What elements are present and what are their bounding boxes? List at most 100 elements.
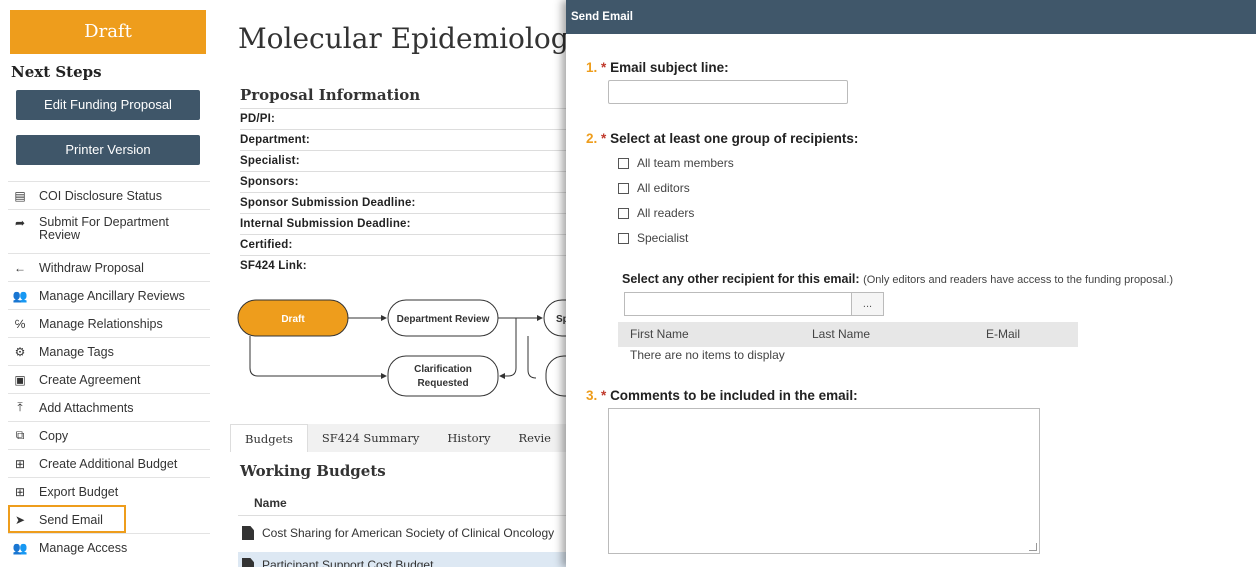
sidebar-item-create-agreement[interactable]: ▣ Create Agreement: [8, 365, 210, 393]
proposal-field-label: Certified:: [240, 234, 570, 255]
proposal-field-label: Specialist:: [240, 150, 570, 171]
required-mark: *: [601, 60, 607, 75]
subject-question: 1. * Email subject line:: [586, 60, 729, 75]
question-label: Select at least one group of recipients:: [610, 131, 859, 146]
checkbox[interactable]: [618, 182, 629, 194]
people-icon: 👥: [12, 288, 28, 303]
sidebar-item-label: Copy: [39, 428, 69, 443]
sidebar-item-label: Manage Relationships: [39, 316, 163, 331]
proposal-info-fields: PD/PI: Department: Specialist: Sponsors: Spo…: [240, 108, 570, 276]
share-arrow-icon: ➦: [14, 216, 26, 230]
sidebar-item-add-attachments[interactable]: ⤒ Add Attachments: [8, 393, 210, 421]
workflow-diagram: Draft Department Review Sp Clarification…: [237, 299, 570, 397]
sidebar-item-label: Create Additional Budget: [39, 456, 178, 471]
list-icon: ▤: [14, 188, 26, 203]
email-column[interactable]: E-Mail: [986, 322, 1020, 347]
option-label: All readers: [637, 206, 695, 220]
page-title: Molecular Epidemiolog: [238, 22, 569, 55]
checkbox[interactable]: [618, 207, 629, 219]
budget-name-column-header[interactable]: Name: [238, 490, 570, 516]
other-recipient-text: Select any other recipient for this emai…: [622, 272, 860, 286]
document-icon: [242, 526, 254, 540]
sidebar-item-send-email[interactable]: ➤ Send Email: [8, 505, 126, 533]
sidebar-item-label: Submit For Department Review: [39, 215, 169, 242]
recipients-question: 2. * Select at least one group of recipi…: [586, 131, 858, 146]
sidebar-item-label: Withdraw Proposal: [39, 260, 144, 275]
proposal-field-label: Sponsor Submission Deadline:: [240, 192, 570, 213]
tab-revie[interactable]: Revie: [505, 424, 565, 452]
checkbox[interactable]: [618, 232, 629, 244]
recipient-group-option[interactable]: All editors: [618, 181, 690, 195]
sidebar-item-manage-ancillary-reviews[interactable]: 👥 Manage Ancillary Reviews: [8, 281, 210, 309]
sidebar-item-label: Manage Tags: [39, 344, 114, 359]
printer-version-button[interactable]: Printer Version: [16, 135, 200, 165]
sidebar-item-label: Export Budget: [39, 484, 119, 499]
required-mark: *: [601, 388, 607, 403]
recipient-group-option[interactable]: Specialist: [618, 231, 688, 245]
budget-name[interactable]: Participant Support Cost Budget: [262, 552, 433, 567]
document-icon: [242, 558, 254, 567]
sidebar-item-coi-disclosure-status[interactable]: ▤ COI Disclosure Status: [8, 181, 210, 209]
tab-history[interactable]: History: [433, 424, 504, 452]
sidebar-item-withdraw-proposal[interactable]: ← Withdraw Proposal: [8, 253, 210, 281]
question-number: 2.: [586, 131, 598, 146]
sidebar: Draft Next Steps Edit Funding Proposal P…: [8, 0, 210, 567]
tab-budgets[interactable]: Budgets: [230, 424, 308, 452]
edit-funding-proposal-button[interactable]: Edit Funding Proposal: [16, 90, 200, 120]
copy-icon: ⧉: [15, 428, 25, 442]
question-label: Comments to be included in the email:: [610, 388, 858, 403]
recipient-picker: ...: [624, 292, 884, 316]
first-name-column[interactable]: First Name: [630, 322, 812, 347]
other-recipient-label: Select any other recipient for this emai…: [622, 272, 1173, 286]
sidebar-item-label: COI Disclosure Status: [39, 188, 162, 203]
proposal-field-label: PD/PI:: [240, 108, 570, 129]
budget-row[interactable]: Cost Sharing for American Society of Cli…: [238, 520, 570, 546]
recipient-picker-button[interactable]: ...: [851, 293, 883, 315]
add-budget-icon: ⊞: [14, 456, 26, 471]
working-budgets-heading: Working Budgets: [240, 462, 386, 480]
send-email-dialog: Send Email 1. * Email subject line: 2. *…: [566, 0, 1256, 567]
question-label: Email subject line:: [610, 60, 729, 75]
sidebar-item-manage-access[interactable]: 👥 Manage Access: [8, 533, 210, 561]
users-icon: 👥: [12, 540, 28, 555]
workflow-department-review-label: Department Review: [397, 314, 490, 325]
email-subject-input[interactable]: [608, 80, 848, 104]
comments-textarea[interactable]: [608, 408, 1040, 554]
sidebar-item-label: Add Attachments: [39, 400, 134, 415]
workflow-clarification-label-1: Clarification: [414, 364, 472, 375]
relationships-icon: ℅: [14, 316, 26, 331]
activity-list: ▤ COI Disclosure Status ➦ Submit For Depart…: [8, 181, 210, 561]
gear-icon: ⚙: [14, 344, 26, 359]
option-label: All team members: [637, 156, 734, 170]
tab-sf424-summary[interactable]: SF424 Summary: [308, 424, 433, 452]
sidebar-item-copy[interactable]: ⧉ Copy: [8, 421, 210, 449]
sidebar-item-create-additional-budget[interactable]: ⊞ Create Additional Budget: [8, 449, 210, 477]
grid-empty-message: There are no items to display: [630, 348, 785, 362]
proposal-tabs: Budgets SF424 Summary History Revie: [230, 424, 570, 452]
required-mark: *: [601, 131, 607, 146]
sidebar-item-submit-for-department-review[interactable]: ➦ Submit For Department Review: [8, 209, 210, 253]
checkbox[interactable]: [618, 157, 629, 169]
sidebar-item-export-budget[interactable]: ⊞ Export Budget: [8, 477, 210, 505]
recipient-group-option[interactable]: All team members: [618, 156, 734, 170]
budget-name[interactable]: Cost Sharing for American Society of Cli…: [262, 520, 554, 546]
workflow-draft-label: Draft: [281, 314, 305, 325]
state-banner: Draft: [10, 10, 206, 54]
arrow-left-icon: ←: [14, 260, 26, 275]
workflow-clarification-node: [387, 355, 499, 397]
sidebar-item-manage-relationships[interactable]: ℅ Manage Relationships: [8, 309, 210, 337]
recipient-picker-input[interactable]: [625, 293, 851, 315]
recipient-group-option[interactable]: All readers: [618, 206, 694, 220]
upload-icon: ⤒: [17, 400, 23, 414]
sidebar-item-manage-tags[interactable]: ⚙ Manage Tags: [8, 337, 210, 365]
sidebar-item-label: Manage Access: [39, 540, 128, 555]
last-name-column[interactable]: Last Name: [812, 322, 986, 347]
proposal-information-heading: Proposal Information: [240, 86, 421, 104]
main-content: Molecular Epidemiolog Proposal Informati…: [228, 0, 570, 567]
sidebar-item-label: Create Agreement: [39, 372, 141, 387]
question-number: 1.: [586, 60, 598, 75]
option-label: All editors: [637, 181, 690, 195]
budget-row[interactable]: Participant Support Cost Budget: [238, 552, 570, 567]
resize-handle-icon[interactable]: [1029, 543, 1037, 551]
proposal-field-label: Department:: [240, 129, 570, 150]
